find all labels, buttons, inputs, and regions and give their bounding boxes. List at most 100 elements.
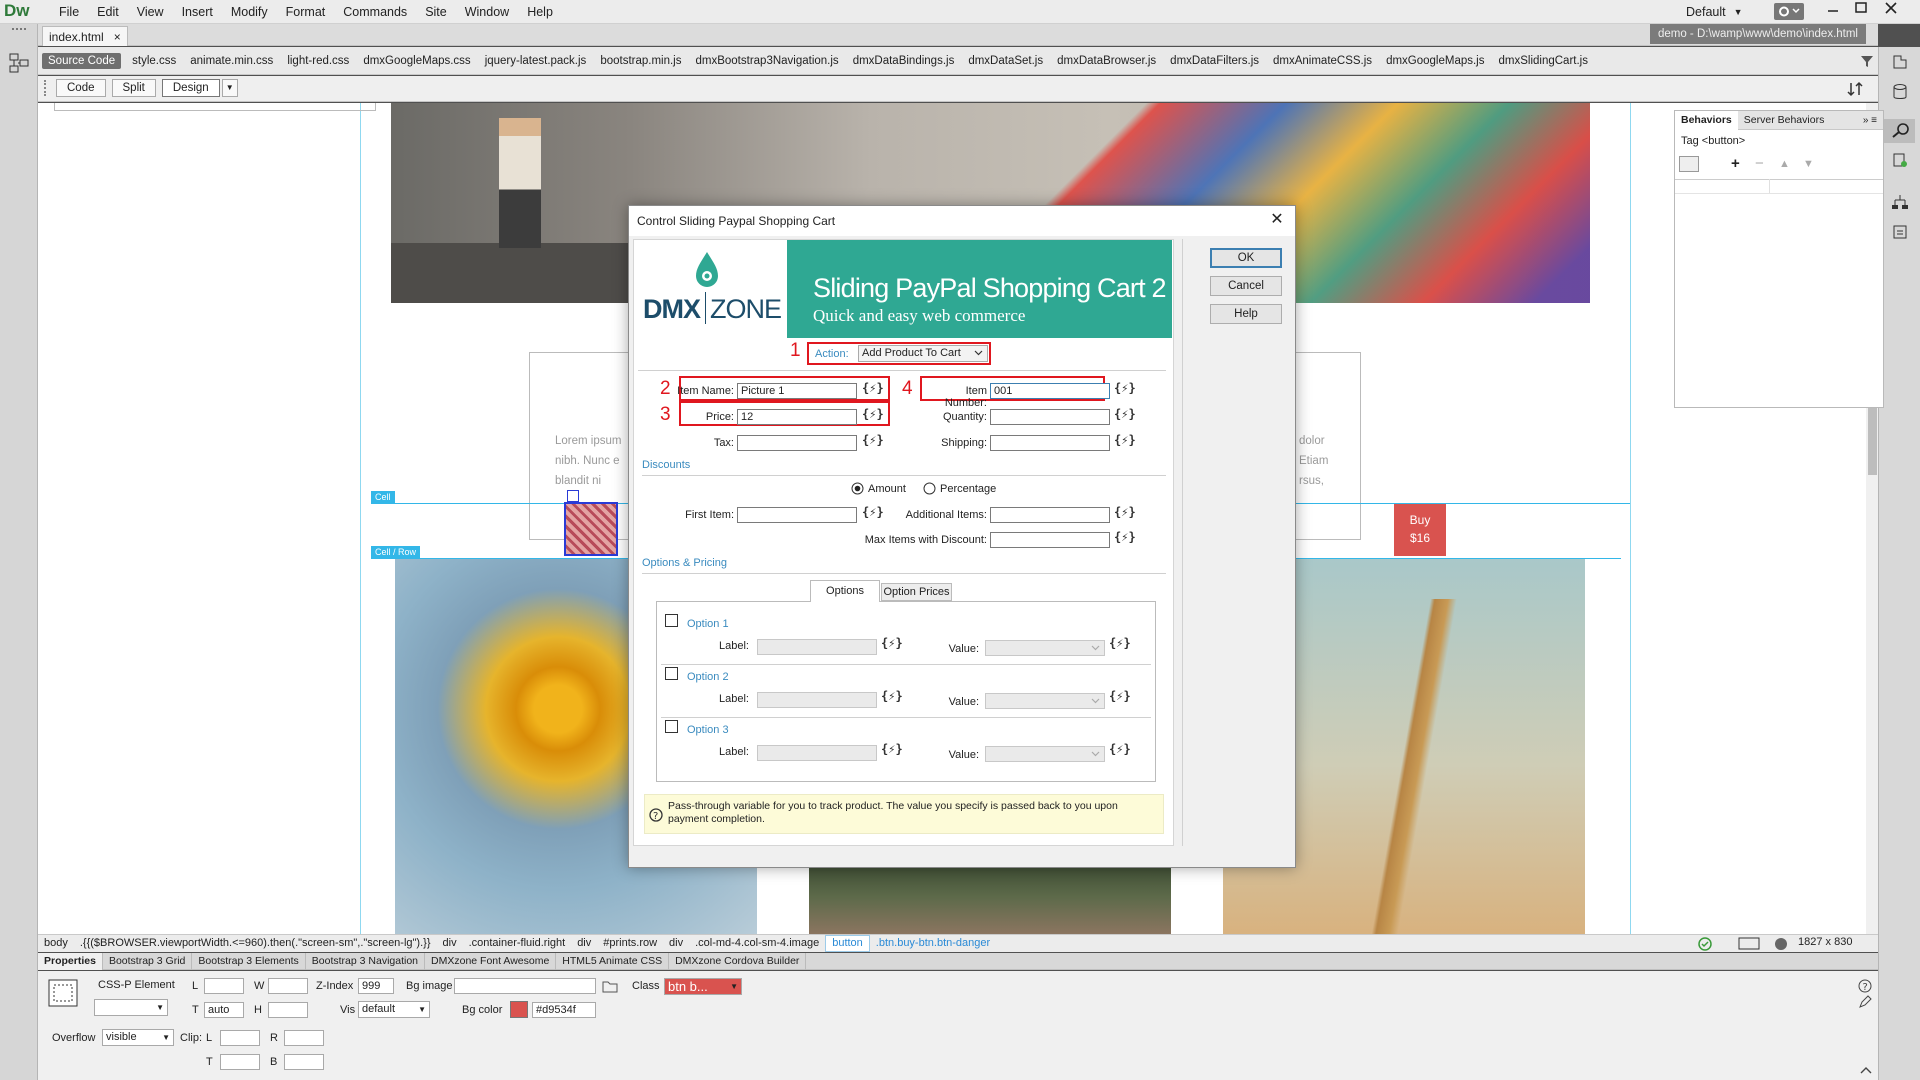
window-size-icon[interactable] xyxy=(1738,937,1760,951)
menu-edit[interactable]: Edit xyxy=(88,0,128,24)
dynamic-data-icon[interactable]: {⚡} xyxy=(881,689,903,703)
menu-commands[interactable]: Commands xyxy=(334,0,416,24)
tab-bootstrap-elements[interactable]: Bootstrap 3 Elements xyxy=(192,952,306,970)
view-dropdown-button[interactable]: ▼ xyxy=(221,79,238,97)
percentage-radio[interactable]: Percentage xyxy=(923,482,996,495)
ok-button[interactable]: OK xyxy=(1210,248,1282,268)
menu-window[interactable]: Window xyxy=(456,0,518,24)
option-1-label-input[interactable] xyxy=(757,639,877,655)
dynamic-data-icon[interactable]: {⚡} xyxy=(1109,742,1131,756)
close-tab-icon[interactable]: × xyxy=(114,28,121,46)
tab-font-awesome[interactable]: DMXzone Font Awesome xyxy=(425,952,557,970)
move-up-icon[interactable]: ▲ xyxy=(1779,158,1797,170)
dynamic-data-icon[interactable]: {⚡} xyxy=(881,742,903,756)
quantity-input[interactable] xyxy=(990,409,1110,425)
overflow-select[interactable]: visible ▼ xyxy=(102,1029,174,1046)
buy-button[interactable]: Buy $16 xyxy=(1394,503,1446,556)
tag-class[interactable]: .container-fluid.right xyxy=(463,935,572,952)
filter-icon[interactable] xyxy=(1860,54,1874,68)
dynamic-data-icon[interactable]: {⚡} xyxy=(862,381,884,395)
assets-icon[interactable] xyxy=(1891,151,1909,169)
max-items-input[interactable] xyxy=(990,532,1110,548)
related-file[interactable]: dmxDataSet.js xyxy=(961,47,1050,75)
town-image[interactable] xyxy=(809,860,1171,934)
split-view-button[interactable]: Split xyxy=(111,79,156,97)
globe-icon[interactable] xyxy=(1774,937,1790,951)
action-select[interactable]: Add Product To Cart xyxy=(858,345,988,362)
shipping-input[interactable] xyxy=(990,435,1110,451)
related-file[interactable]: jquery-latest.pack.js xyxy=(478,47,594,75)
menu-site[interactable]: Site xyxy=(416,0,456,24)
related-file[interactable]: dmxDataFilters.js xyxy=(1163,47,1266,75)
tag-class[interactable]: .{{($BROWSER.viewportWidth.<=960).then(.… xyxy=(74,935,437,952)
edit-rule-icon[interactable] xyxy=(1858,995,1872,1009)
tab-bootstrap-navigation[interactable]: Bootstrap 3 Navigation xyxy=(306,952,426,970)
height-input[interactable] xyxy=(268,1002,308,1018)
related-file[interactable]: dmxGoogleMaps.css xyxy=(356,47,477,75)
option-3-label-input[interactable] xyxy=(757,745,877,761)
folder-icon[interactable] xyxy=(602,979,618,993)
tab-animate-css[interactable]: HTML5 Animate CSS xyxy=(556,952,670,970)
clip-bottom-input[interactable] xyxy=(284,1054,324,1070)
dynamic-data-icon[interactable]: {⚡} xyxy=(862,433,884,447)
show-all-events-button[interactable] xyxy=(1705,156,1725,172)
expand-panel-icon[interactable]: » ≡ xyxy=(1863,115,1883,126)
selected-button-element[interactable] xyxy=(564,502,618,556)
files-icon[interactable] xyxy=(1891,53,1909,69)
menu-file[interactable]: File xyxy=(50,0,88,24)
tag-class-selected[interactable]: .btn.buy-btn.btn-danger xyxy=(870,935,996,952)
tag-id[interactable]: #prints.row xyxy=(597,935,663,952)
collapse-panel-icon[interactable] xyxy=(1860,1065,1872,1075)
top-input[interactable]: auto xyxy=(204,1002,244,1018)
clip-right-input[interactable] xyxy=(284,1030,324,1046)
dynamic-data-icon[interactable]: {⚡} xyxy=(1114,530,1136,544)
tax-input[interactable] xyxy=(737,435,857,451)
dynamic-data-icon[interactable]: {⚡} xyxy=(862,407,884,421)
option-2-value-select[interactable] xyxy=(985,693,1105,709)
option-3-value-select[interactable] xyxy=(985,746,1105,762)
validation-ok-icon[interactable] xyxy=(1698,937,1712,951)
bg-color-input[interactable]: #d9534f xyxy=(532,1002,596,1018)
dom-tree-icon[interactable] xyxy=(1891,193,1909,211)
tab-cordova-builder[interactable]: DMXzone Cordova Builder xyxy=(669,952,807,970)
left-input[interactable] xyxy=(204,978,244,994)
close-window-button[interactable] xyxy=(1876,0,1906,16)
add-behavior-icon[interactable]: + xyxy=(1731,155,1749,172)
width-input[interactable] xyxy=(268,978,308,994)
related-file[interactable]: dmxDataBrowser.js xyxy=(1050,47,1163,75)
site-structure-button[interactable] xyxy=(8,52,30,74)
item-name-input[interactable]: Picture 1 xyxy=(737,383,857,399)
help-button[interactable]: Help xyxy=(1210,304,1282,324)
cancel-button[interactable]: Cancel xyxy=(1210,276,1282,296)
bg-image-input[interactable] xyxy=(454,978,596,994)
tab-behaviors[interactable]: Behaviors xyxy=(1675,110,1738,130)
class-select[interactable]: btn b... ▼ xyxy=(664,978,742,995)
database-icon[interactable] xyxy=(1891,83,1909,101)
menu-help[interactable]: Help xyxy=(518,0,562,24)
option-1-checkbox[interactable] xyxy=(665,614,678,627)
additional-items-input[interactable] xyxy=(990,507,1110,523)
code-view-button[interactable]: Code xyxy=(56,79,106,97)
item-number-input[interactable]: 001 xyxy=(990,383,1110,399)
option-2-checkbox[interactable] xyxy=(665,667,678,680)
price-input[interactable]: 12 xyxy=(737,409,857,425)
menu-modify[interactable]: Modify xyxy=(222,0,277,24)
move-down-icon[interactable]: ▼ xyxy=(1803,158,1821,170)
option-2-label-input[interactable] xyxy=(757,692,877,708)
tab-option-prices[interactable]: Option Prices xyxy=(881,583,952,601)
clip-top-input[interactable] xyxy=(220,1054,260,1070)
tag-div[interactable]: div xyxy=(571,935,597,952)
tag-div[interactable]: div xyxy=(663,935,689,952)
related-file[interactable]: light-red.css xyxy=(280,47,356,75)
menu-view[interactable]: View xyxy=(128,0,173,24)
related-file[interactable]: dmxDataBindings.js xyxy=(846,47,962,75)
tag-body[interactable]: body xyxy=(38,935,74,952)
related-file[interactable]: dmxAnimateCSS.js xyxy=(1266,47,1379,75)
element-id-select[interactable]: ▼ xyxy=(94,999,168,1016)
tab-index-html[interactable]: index.html × xyxy=(42,26,128,46)
dynamic-data-icon[interactable]: {⚡} xyxy=(1109,689,1131,703)
tag-button-selected[interactable]: button xyxy=(825,935,870,952)
z-index-input[interactable]: 999 xyxy=(358,978,394,994)
related-file[interactable]: style.css xyxy=(125,47,183,75)
tag-class[interactable]: .col-md-4.col-sm-4.image xyxy=(689,935,825,952)
